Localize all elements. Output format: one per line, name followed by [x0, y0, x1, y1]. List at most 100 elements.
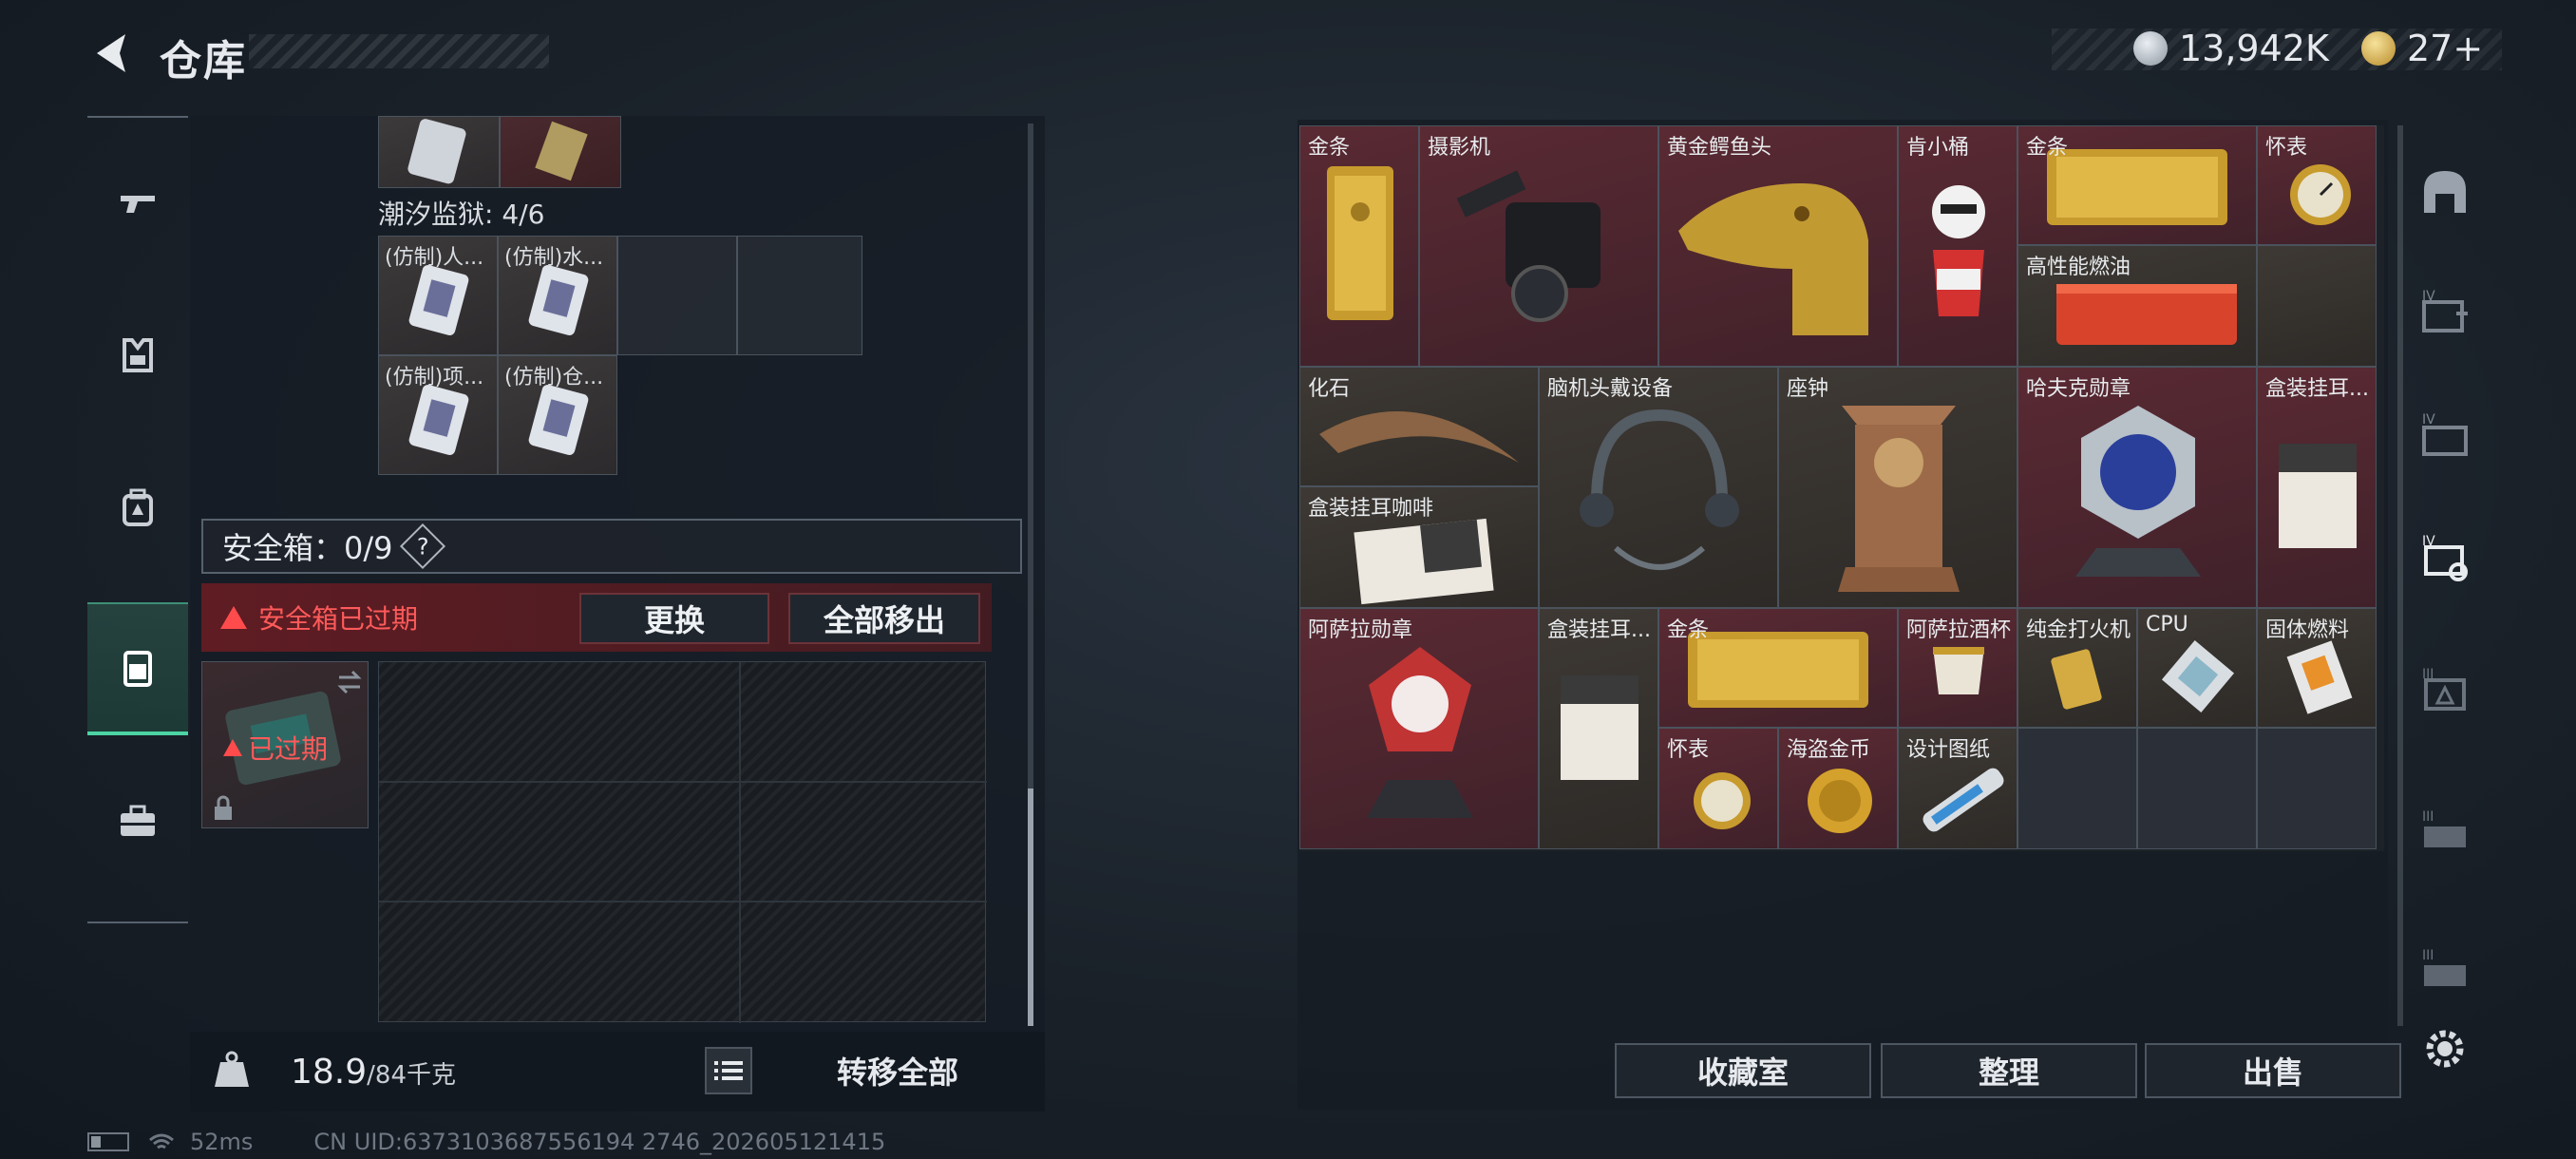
- sell-button[interactable]: 出售: [2145, 1043, 2401, 1098]
- list-view-button[interactable]: [705, 1047, 752, 1094]
- stash-item-gold-lighter[interactable]: 纯金打火机: [2017, 608, 2137, 728]
- rail-toolbox[interactable]: [87, 754, 188, 887]
- item-label: 金条: [2026, 136, 2069, 160]
- item-label: 怀表: [2265, 136, 2308, 160]
- stash-tab-main[interactable]: [2415, 162, 2475, 222]
- item-label: 纯金打火机: [2026, 618, 2131, 642]
- slot-expired-label: 已过期: [248, 733, 329, 765]
- stash-item-solid-fuel[interactable]: 固体燃料: [2257, 608, 2377, 728]
- stash-item-asala-medal[interactable]: 阿萨拉勋章: [1299, 608, 1539, 849]
- gold-bar-icon: [1327, 166, 1393, 320]
- stash-item-gold-croc-head[interactable]: 黄金鳄鱼头: [1658, 125, 1898, 367]
- back-arrow-icon[interactable]: [87, 28, 137, 78]
- item-label: 高性能燃油: [2026, 256, 2131, 279]
- item-label: 黄金鳄鱼头: [1667, 136, 1772, 160]
- rail-backpack[interactable]: [87, 441, 188, 574]
- swap-icon[interactable]: [335, 668, 364, 696]
- gold-coin-icon: [2361, 31, 2396, 66]
- stash-item-asala-cup[interactable]: 阿萨拉酒杯: [1898, 608, 2017, 728]
- stash-item-cpu[interactable]: CPU: [2137, 608, 2257, 728]
- stash-item-drip-coffee[interactable]: 盒装挂耳...: [2257, 367, 2377, 608]
- gold-amount: 27+: [2407, 28, 2484, 69]
- empty-slot[interactable]: [617, 236, 737, 355]
- stash-item-desk-clock[interactable]: 座钟: [1778, 367, 2017, 608]
- empty-slot[interactable]: [737, 236, 862, 355]
- stash-item-fuel[interactable]: 高性能燃油: [2017, 245, 2257, 367]
- item-label: (仿制)仓...: [504, 366, 604, 390]
- toolbox-icon: [121, 805, 155, 836]
- collection-room-button[interactable]: 收藏室: [1615, 1043, 1871, 1098]
- coffee-box-icon: [2279, 444, 2357, 548]
- prison-item-slot[interactable]: (仿制)仓...: [498, 355, 617, 475]
- stash-item-fossil[interactable]: 化石: [1299, 367, 1539, 486]
- empty-slot[interactable]: [2017, 728, 2137, 849]
- safebox-slot[interactable]: 已过期: [201, 661, 369, 828]
- prison-item-slot[interactable]: (仿制)人...: [378, 236, 498, 355]
- item-label: 设计图纸: [1906, 738, 1991, 762]
- stash-tab-iii-3[interactable]: III: [2415, 940, 2475, 1001]
- item-label: CPU: [2146, 613, 2188, 636]
- stash-item-drip-coffee-3[interactable]: 盒装挂耳...: [1539, 608, 1658, 849]
- stash-item-kfc-bucket[interactable]: 肯小桶: [1898, 125, 2017, 367]
- remove-all-button[interactable]: 全部移出: [788, 593, 980, 644]
- stash-tab-iv-2[interactable]: IV: [2415, 405, 2475, 466]
- stash-grid: 金条 摄影机 黄金鳄鱼头 肯小桶 金条 怀表 高性能燃油 化石 脑机头戴设备 座…: [1299, 125, 2384, 851]
- armor-vest-icon: [123, 338, 153, 372]
- stash-item-camera[interactable]: 摄影机: [1419, 125, 1658, 367]
- sort-button[interactable]: 整理: [1881, 1043, 2137, 1098]
- safebox-grid: [378, 661, 987, 1023]
- stash-item-pirate-coin[interactable]: 海盗金币: [1778, 728, 1898, 849]
- item-label: 摄影机: [1428, 136, 1491, 160]
- stash-item-blueprint[interactable]: 设计图纸: [1898, 728, 2017, 849]
- help-icon[interactable]: ?: [399, 522, 445, 570]
- medical-case-icon: IV: [2422, 289, 2468, 332]
- page-title: 仓库: [160, 37, 247, 86]
- list-icon: [714, 1061, 743, 1080]
- status-line: 52ms CN UID:6373103687556194 2746_202605…: [87, 1129, 885, 1155]
- empty-slot[interactable]: [2257, 245, 2377, 367]
- partial-item-slot[interactable]: [378, 116, 500, 188]
- item-label: 海盗金币: [1787, 738, 1871, 762]
- prison-item-slot[interactable]: (仿制)水...: [498, 236, 617, 355]
- partial-item-slot-2[interactable]: [500, 116, 621, 188]
- stash-item-gold-bar-2[interactable]: 金条: [2017, 125, 2257, 245]
- weight-readout: 18.9/84千克: [291, 1053, 456, 1092]
- rail-armor[interactable]: [87, 289, 188, 422]
- stash-item-drip-coffee-2[interactable]: 盒装挂耳咖啡: [1299, 486, 1539, 608]
- stash-tab-iii-1[interactable]: III: [2415, 659, 2475, 720]
- empty-slot[interactable]: [2137, 728, 2257, 849]
- battery-icon: [87, 1132, 129, 1151]
- transfer-all-button[interactable]: 转移全部: [769, 1043, 1026, 1098]
- safebox-header: 安全箱：0/9 ?: [201, 519, 1022, 574]
- item-label: (仿制)水...: [504, 246, 604, 270]
- left-scroll-thumb[interactable]: [1028, 788, 1033, 1026]
- stash-item-haavk-medal[interactable]: 哈夫克勋章: [2017, 367, 2257, 608]
- prison-item-slot[interactable]: (仿制)项...: [378, 355, 498, 475]
- desk-clock-icon: [1838, 406, 1960, 592]
- stash-item-gold-bar-3[interactable]: 金条: [1658, 608, 1898, 728]
- empty-slot[interactable]: [2257, 728, 2377, 849]
- rail-safebox[interactable]: [87, 602, 188, 735]
- stash-tab-iv-1[interactable]: IV: [2415, 281, 2475, 342]
- silver-coin-icon: [2133, 31, 2168, 66]
- svg-text:IV: IV: [2422, 289, 2435, 304]
- svg-text:III: III: [2422, 948, 2434, 963]
- stash-tab-iv-3[interactable]: IV: [2415, 526, 2475, 587]
- grid-lines: [379, 662, 987, 1023]
- stash-item-gold-bar[interactable]: 金条: [1299, 125, 1419, 367]
- rail-weapons[interactable]: [87, 137, 188, 270]
- stash-item-brain-headset[interactable]: 脑机头戴设备: [1539, 367, 1778, 608]
- svg-text:III: III: [2422, 667, 2434, 682]
- stash-item-pocket-watch-2[interactable]: 怀表: [1658, 728, 1778, 849]
- safebox-count: 安全箱：0/9: [222, 530, 393, 566]
- stash-item-pocket-watch[interactable]: 怀表: [2257, 125, 2377, 245]
- slot-expired-tag: 已过期: [223, 729, 328, 767]
- silver-amount: 13,942K: [2179, 28, 2329, 69]
- replace-button[interactable]: 更换: [579, 593, 769, 644]
- weight-value: 18.9: [291, 1053, 368, 1092]
- key-card-icon: IV: [2422, 534, 2468, 581]
- ping-value: 52ms: [190, 1129, 254, 1155]
- stash-tab-iii-2[interactable]: III: [2415, 802, 2475, 863]
- expired-notice: 安全箱已过期: [258, 603, 419, 635]
- settings-gear-icon[interactable]: [2420, 1024, 2470, 1074]
